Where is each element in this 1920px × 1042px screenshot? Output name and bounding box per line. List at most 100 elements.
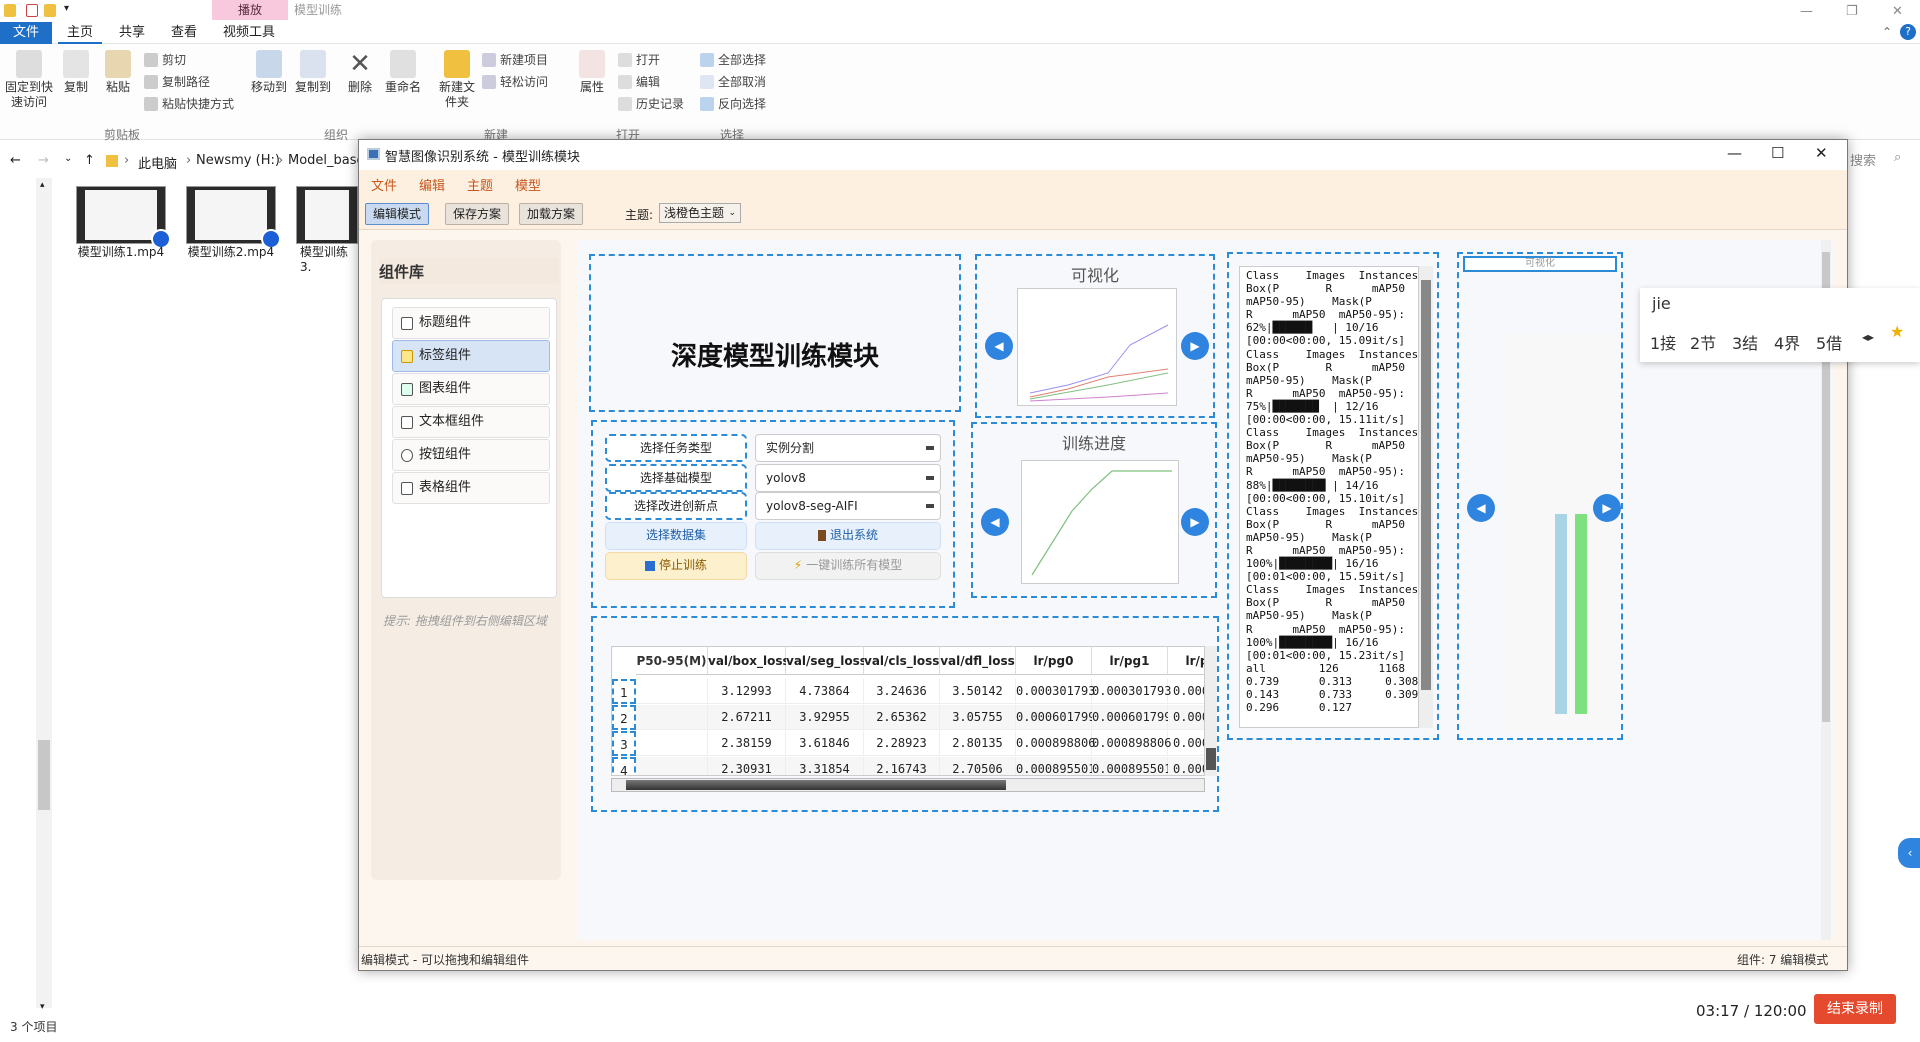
load-plan-button[interactable]: 加载方案 xyxy=(519,203,583,225)
file-name[interactable]: 模型训练3. xyxy=(286,243,358,274)
paste-button[interactable]: 粘贴 xyxy=(100,44,136,95)
column-header[interactable]: lr/pg2 xyxy=(1168,647,1204,675)
table-cell[interactable]: 2.67211 xyxy=(708,705,786,730)
file-name[interactable]: 模型训练1.mp4 xyxy=(66,243,176,260)
tab-file[interactable]: 文件 xyxy=(0,22,52,44)
viz-prev-button[interactable]: ◀ xyxy=(985,332,1013,360)
select-all-button[interactable]: 全部选择 xyxy=(700,50,766,70)
forward-icon[interactable]: → xyxy=(38,153,49,168)
palette-item-label-comp[interactable]: 标签组件 xyxy=(392,340,550,372)
progress-next-button[interactable]: ▶ xyxy=(1181,508,1209,536)
edit-mode-button[interactable]: 编辑模式 xyxy=(365,203,429,225)
log-widget[interactable]: Class Images Instances Box(P R mAP50 mAP… xyxy=(1227,252,1439,740)
palette-item-chart[interactable]: 图表组件 xyxy=(392,373,550,405)
table-cell[interactable]: 0.0008955 xyxy=(1168,757,1204,775)
back-icon[interactable]: ← xyxy=(10,153,21,168)
base-model-select[interactable]: yolov8 xyxy=(755,464,941,492)
breadcrumb-drive[interactable]: Newsmy (H:) xyxy=(196,153,280,168)
log-scroll-thumb[interactable] xyxy=(1421,280,1431,690)
theme-select[interactable]: 浅橙色主题 ⌄ xyxy=(659,203,741,223)
new-item-button[interactable]: 新建项目 xyxy=(482,50,548,70)
stop-recording-button[interactable]: 结束录制 xyxy=(1814,994,1896,1024)
minimize-icon[interactable]: — xyxy=(1800,4,1813,19)
exit-button[interactable]: 退出系统 xyxy=(755,522,941,550)
invert-selection-button[interactable]: 反向选择 xyxy=(700,94,766,114)
table-widget[interactable]: P50-95(M) val/box_loss val/seg_loss val/… xyxy=(591,616,1219,812)
table-cell[interactable]: 0.000601799 xyxy=(1016,705,1095,730)
table-cell[interactable]: 0.000898806 xyxy=(1092,731,1171,756)
ribbon-collapse-icon[interactable]: ⌃ xyxy=(1882,25,1892,39)
table-cell[interactable]: 0.000895501 xyxy=(1016,757,1095,775)
viz2-prev-button[interactable]: ◀ xyxy=(1467,494,1495,522)
viz-next-button[interactable]: ▶ xyxy=(1181,332,1209,360)
copy-path-button[interactable]: 复制路径 xyxy=(144,72,210,92)
scroll-down-icon[interactable]: ▾ xyxy=(40,1002,45,1012)
form-widget[interactable]: 选择任务类型 实例分割 选择基础模型 yolov8 选择改进创新点 yolov8… xyxy=(591,420,955,608)
properties-icon[interactable] xyxy=(26,4,38,17)
easy-access-button[interactable]: 轻松访问 xyxy=(482,72,548,92)
task-type-select[interactable]: 实例分割 xyxy=(755,434,941,462)
palette-item-table[interactable]: 表格组件 xyxy=(392,472,550,504)
table-cell[interactable]: 3.12993 xyxy=(708,679,786,704)
table-cell[interactable]: 0.000301793 xyxy=(1016,679,1095,704)
train-all-button[interactable]: ⚡ 一键训练所有模型 xyxy=(755,552,941,580)
new-folder-button[interactable]: 新建文件夹 xyxy=(436,44,478,110)
table-vscroll-thumb[interactable] xyxy=(1206,748,1216,770)
pin-button[interactable]: 固定到快速访问 xyxy=(4,44,54,110)
table-hscroll-thumb[interactable] xyxy=(626,780,1006,790)
table-cell[interactable] xyxy=(636,679,708,704)
save-plan-button[interactable]: 保存方案 xyxy=(445,203,509,225)
table-vscroll[interactable] xyxy=(1205,646,1217,776)
breadcrumb-this-pc[interactable]: 此电脑 xyxy=(138,153,177,172)
improve-select[interactable]: yolov8-seg-AIFI xyxy=(755,492,941,520)
nav-pane-scroll-thumb[interactable] xyxy=(38,740,50,810)
title-widget[interactable]: 深度模型训练模块 xyxy=(589,254,961,412)
base-model-button[interactable]: 选择基础模型 xyxy=(605,464,747,492)
ime-candidate[interactable]: 3结 xyxy=(1732,330,1758,354)
table-cell[interactable]: 3.31854 xyxy=(786,757,864,775)
row-header[interactable]: 2 xyxy=(612,705,636,730)
improve-button[interactable]: 选择改进创新点 xyxy=(605,492,747,520)
task-type-button[interactable]: 选择任务类型 xyxy=(605,434,747,462)
table-cell[interactable]: 0.0006017 xyxy=(1168,705,1204,730)
scroll-up-icon[interactable]: ▴ xyxy=(40,180,45,190)
palette-item-button[interactable]: 按钮组件 xyxy=(392,439,550,471)
table-cell[interactable]: 0.000895501 xyxy=(1092,757,1171,775)
table-cell[interactable]: 2.65362 xyxy=(864,705,940,730)
row-header[interactable]: 1 xyxy=(612,679,636,704)
paste-shortcut-button[interactable]: 粘贴快捷方式 xyxy=(144,94,234,114)
column-header[interactable]: P50-95(M) xyxy=(636,647,708,675)
table-cell[interactable]: 3.24636 xyxy=(864,679,940,704)
move-to-button[interactable]: 移动到 xyxy=(248,44,290,95)
menu-model[interactable]: 模型 xyxy=(515,175,541,194)
minimize-icon[interactable]: — xyxy=(1727,144,1742,162)
recent-dropdown-icon[interactable]: ⌄ xyxy=(64,153,72,164)
side-collapse-button[interactable]: ‹ xyxy=(1898,838,1920,868)
cut-button[interactable]: 剪切 xyxy=(144,50,186,70)
table-cell[interactable]: 2.70506 xyxy=(940,757,1016,775)
edit-button[interactable]: 编辑 xyxy=(618,72,660,92)
column-header[interactable]: lr/pg0 xyxy=(1016,647,1092,675)
ime-candidate[interactable]: 4界 xyxy=(1774,330,1800,354)
ime-candidate[interactable]: 1接 xyxy=(1650,330,1676,354)
history-button[interactable]: 历史记录 xyxy=(618,94,684,114)
column-header[interactable]: val/dfl_loss xyxy=(940,647,1016,675)
table-cell[interactable] xyxy=(636,705,708,730)
palette-item-textbox[interactable]: 文本框组件 xyxy=(392,406,550,438)
row-header[interactable]: 3 xyxy=(612,731,636,756)
table-cell[interactable]: 3.05755 xyxy=(940,705,1016,730)
table-cell[interactable]: 2.38159 xyxy=(708,731,786,756)
open-button[interactable]: 打开 xyxy=(618,50,660,70)
stop-training-button[interactable]: 停止训练 xyxy=(605,552,747,580)
ime-candidate[interactable]: 5借 xyxy=(1816,330,1842,354)
table-cell[interactable]: 0.000601799 xyxy=(1092,705,1171,730)
select-none-button[interactable]: 全部取消 xyxy=(700,72,766,92)
new-folder-icon[interactable] xyxy=(44,4,56,17)
table-cell[interactable]: 2.16743 xyxy=(864,757,940,775)
maximize-icon[interactable]: ☐ xyxy=(1771,144,1784,162)
dataset-button[interactable]: 选择数据集 xyxy=(605,522,747,550)
viz-widget[interactable]: 可视化 ◀ ▶ xyxy=(975,254,1215,418)
file-thumbnail[interactable] xyxy=(76,186,171,249)
menu-edit[interactable]: 编辑 xyxy=(419,175,445,194)
table-cell[interactable]: 3.92955 xyxy=(786,705,864,730)
